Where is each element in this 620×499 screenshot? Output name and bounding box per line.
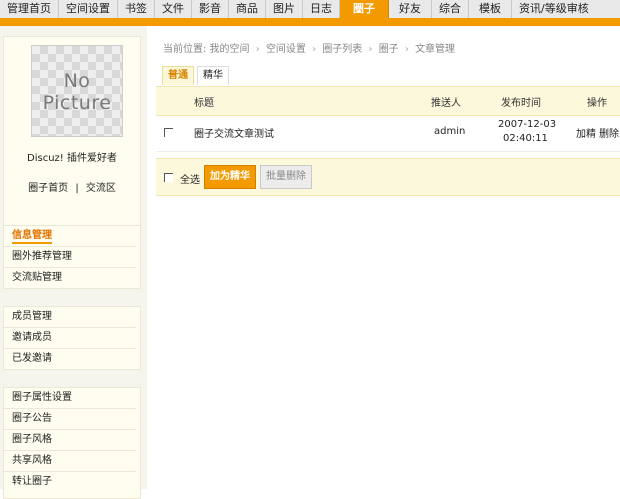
nav-tab-friends[interactable]: 好友 bbox=[389, 0, 432, 18]
col-action: 操作 bbox=[587, 98, 607, 109]
breadcrumb-sep: › bbox=[255, 44, 260, 55]
profile-name: Discuz! 插件爱好者 bbox=[27, 153, 117, 164]
tab-featured[interactable]: 精华 bbox=[197, 66, 229, 85]
sidebar-item-circle-style[interactable]: 圈子风格 bbox=[4, 430, 136, 451]
nav-tab-blog[interactable]: 日志 bbox=[303, 0, 340, 18]
add-featured-button[interactable]: 加为精华 bbox=[204, 165, 256, 189]
link-separator: | bbox=[75, 183, 79, 194]
profile-links: 圈子首页 | 交流区 bbox=[4, 179, 140, 194]
select-all-checkbox[interactable] bbox=[164, 173, 173, 182]
breadcrumb-sep: › bbox=[404, 44, 409, 55]
row-date: 2007-12-03 bbox=[498, 119, 557, 130]
row-time: 02:40:11 bbox=[503, 133, 548, 144]
row-delete-link[interactable]: 删除 bbox=[599, 125, 619, 140]
nav-tab-news-level-review[interactable]: 资讯/等级审核 bbox=[512, 0, 596, 18]
row-sender: admin bbox=[434, 126, 466, 137]
breadcrumb-sep: › bbox=[312, 44, 317, 55]
nav-tab-general[interactable]: 综合 bbox=[432, 0, 469, 18]
sidebar-item-post-management[interactable]: 交流贴管理 bbox=[4, 268, 136, 288]
sidebar-item-outside-recommend[interactable]: 圈外推荐管理 bbox=[4, 247, 136, 268]
col-sender: 推送人 bbox=[431, 98, 461, 109]
sidebar-item-circle-announcement[interactable]: 圈子公告 bbox=[4, 409, 136, 430]
avatar-text-line2: Picture bbox=[42, 92, 112, 114]
select-all-label: 全选 bbox=[180, 175, 200, 186]
nav-tab-templates[interactable]: 模板 bbox=[469, 0, 512, 18]
sidebar-item-circle-properties[interactable]: 圈子属性设置 bbox=[4, 388, 136, 409]
row-feature-link[interactable]: 加精 bbox=[576, 125, 596, 140]
sidebar-item-shared-style[interactable]: 共享风格 bbox=[4, 451, 136, 472]
sidebar-item-info-management[interactable]: 信息管理 bbox=[4, 226, 136, 247]
tab-normal[interactable]: 普通 bbox=[162, 66, 194, 85]
nav-accent-bar bbox=[0, 18, 620, 26]
sidebar-item-label: 信息管理 bbox=[12, 230, 52, 244]
avatar-placeholder-text: No Picture bbox=[32, 70, 122, 114]
nav-tab-media[interactable]: 影音 bbox=[192, 0, 229, 18]
nav-tab-pictures[interactable]: 图片 bbox=[266, 0, 303, 18]
row-title[interactable]: 圈子交流文章测试 bbox=[194, 125, 274, 140]
menu-group-info: 信息管理 圈外推荐管理 交流贴管理 bbox=[3, 225, 141, 289]
sidebar: No Picture Discuz! 插件爱好者 圈子首页 | 交流区 信息管理… bbox=[0, 26, 147, 499]
subtabs: 普通 精华 bbox=[162, 66, 232, 85]
nav-tab-bookmarks[interactable]: 书签 bbox=[118, 0, 155, 18]
sidebar-item-invite-members[interactable]: 邀请成员 bbox=[4, 328, 136, 349]
top-nav: 管理首页 空间设置 书签 文件 影音 商品 图片 日志 圈子 好友 综合 模板 … bbox=[0, 0, 620, 19]
nav-tab-space-settings[interactable]: 空间设置 bbox=[59, 0, 118, 18]
table-row: 圈子交流文章测试 admin 2007-12-03 02:40:11 加精 删除 bbox=[156, 115, 620, 152]
sidebar-item-transfer-circle[interactable]: 转让圈子 bbox=[4, 472, 136, 492]
nav-tab-files[interactable]: 文件 bbox=[155, 0, 192, 18]
sidebar-item-sent-invitations[interactable]: 已发邀请 bbox=[4, 349, 136, 369]
avatar-text-line1: No bbox=[63, 70, 91, 92]
col-title: 标题 bbox=[194, 98, 214, 109]
menu-group-settings: 圈子属性设置 圈子公告 圈子风格 共享风格 转让圈子 bbox=[3, 387, 141, 499]
breadcrumb-circle[interactable]: 圈子 bbox=[379, 44, 399, 55]
nav-tab-admin-home[interactable]: 管理首页 bbox=[0, 0, 59, 18]
main-content: 当前位置: 我的空间 › 空间设置 › 圈子列表 › 圈子 › 文章管理 普通 … bbox=[148, 26, 620, 489]
circle-home-link[interactable]: 圈子首页 bbox=[28, 183, 68, 194]
breadcrumb-circle-list[interactable]: 圈子列表 bbox=[322, 44, 362, 55]
forum-link[interactable]: 交流区 bbox=[86, 183, 116, 194]
profile-box: No Picture Discuz! 插件爱好者 圈子首页 | 交流区 bbox=[3, 36, 141, 238]
breadcrumb-space-settings[interactable]: 空间设置 bbox=[266, 44, 306, 55]
row-checkbox[interactable] bbox=[164, 128, 173, 137]
breadcrumb: 当前位置: 我的空间 › 空间设置 › 圈子列表 › 圈子 › 文章管理 bbox=[163, 40, 455, 55]
batch-delete-button[interactable]: 批量删除 bbox=[260, 165, 312, 189]
avatar: No Picture bbox=[31, 45, 123, 137]
breadcrumb-prefix: 当前位置: 我的空间 bbox=[163, 44, 250, 55]
sidebar-item-member-management[interactable]: 成员管理 bbox=[4, 307, 136, 328]
action-bar: 全选 加为精华 批量删除 bbox=[156, 158, 620, 196]
nav-tab-circle[interactable]: 圈子 bbox=[340, 0, 389, 18]
col-time: 发布时间 bbox=[501, 98, 541, 109]
table-header: 标题 推送人 发布时间 操作 bbox=[156, 86, 620, 116]
breadcrumb-article-management: 文章管理 bbox=[415, 44, 456, 55]
nav-tab-products[interactable]: 商品 bbox=[229, 0, 266, 18]
breadcrumb-sep: › bbox=[368, 44, 373, 55]
menu-group-members: 成员管理 邀请成员 已发邀请 bbox=[3, 306, 141, 370]
